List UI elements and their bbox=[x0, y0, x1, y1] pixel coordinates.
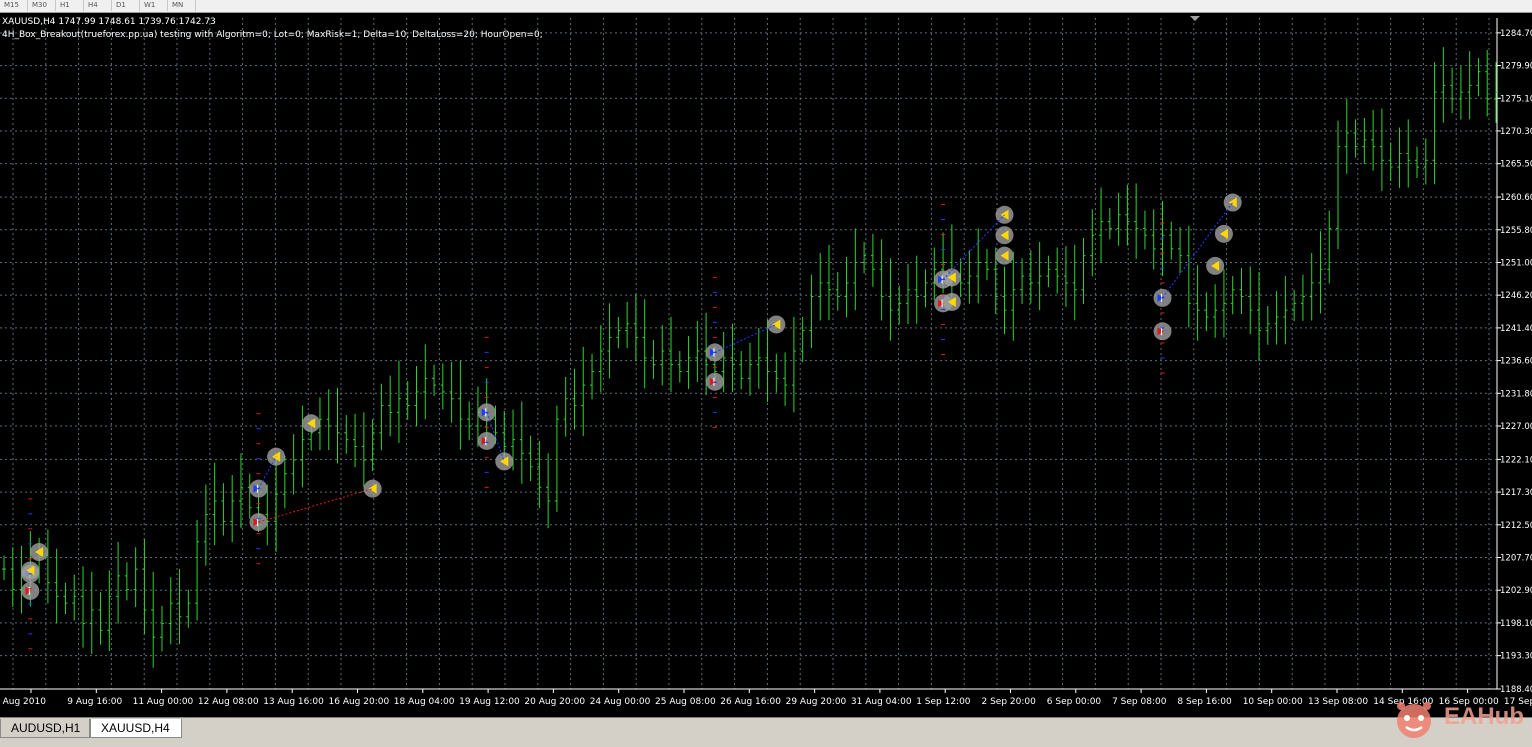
y-tick-label: 1227.00 bbox=[1500, 422, 1532, 432]
timeframe-toolbar: M15 M30 H1 H4 D1 W1 MN bbox=[0, 0, 1532, 13]
tab-audusd-h1[interactable]: AUDUSD,H1 bbox=[0, 719, 90, 738]
x-tick-label: 11 Aug 00:00 bbox=[133, 697, 194, 707]
y-tick-label: 1246.20 bbox=[1500, 291, 1532, 301]
x-tick-label: 25 Aug 08:00 bbox=[655, 697, 716, 707]
x-tick-label: 2 Sep 20:00 bbox=[982, 697, 1037, 707]
y-tick-label: 1251.00 bbox=[1500, 258, 1532, 268]
symbol-quote-label: XAUUSD,H4 1747.99 1748.61 1739.76 1742.7… bbox=[2, 17, 216, 27]
x-tick-label: 1 Sep 12:00 bbox=[916, 697, 971, 707]
y-tick-label: 1207.70 bbox=[1500, 553, 1532, 563]
x-tick-label: 13 Aug 16:00 bbox=[263, 697, 324, 707]
chart-tab-bar: AUDUSD,H1 XAUUSD,H4 bbox=[0, 717, 1532, 747]
timeframe-button-w1[interactable]: W1 bbox=[140, 0, 168, 11]
tab-xauusd-h4[interactable]: XAUUSD,H4 bbox=[90, 719, 182, 738]
y-tick-label: 1241.40 bbox=[1500, 324, 1532, 334]
x-tick-label: 6 Aug 2010 bbox=[0, 697, 46, 707]
watermark-text: EAHub bbox=[1444, 703, 1524, 730]
x-tick-label: 6 Sep 00:00 bbox=[1047, 697, 1102, 707]
y-tick-label: 1260.60 bbox=[1500, 193, 1532, 203]
y-tick-label: 1202.90 bbox=[1500, 586, 1532, 596]
y-tick-label: 1236.60 bbox=[1500, 357, 1532, 367]
y-tick-label: 1193.30 bbox=[1500, 652, 1532, 662]
chart-canvas[interactable]: 1284.70 1279.90 1275.10 1270.30 1265.50 1260.… bbox=[0, 13, 1532, 717]
eahub-logo-icon bbox=[1397, 702, 1431, 738]
y-tick-label: 1284.70 bbox=[1500, 29, 1532, 39]
x-tick-label: 31 Aug 04:00 bbox=[851, 697, 912, 707]
timeframe-button-m30[interactable]: M30 bbox=[28, 0, 56, 11]
expert-advisor-label: 4H_Box_Breakout(trueforex.pp.ua) testing… bbox=[2, 30, 543, 40]
x-tick-label: 16 Aug 20:00 bbox=[329, 697, 390, 707]
y-tick-label: 1198.10 bbox=[1500, 619, 1532, 629]
timeframe-button-h4[interactable]: H4 bbox=[84, 0, 112, 11]
x-tick-label: 18 Aug 04:00 bbox=[394, 697, 455, 707]
y-tick-label: 1270.30 bbox=[1500, 127, 1532, 137]
x-tick-label: 19 Aug 12:00 bbox=[459, 697, 520, 707]
x-tick-label: 13 Sep 08:00 bbox=[1308, 697, 1368, 707]
x-tick-label: 24 Aug 00:00 bbox=[590, 697, 651, 707]
y-tick-label: 1217.30 bbox=[1500, 488, 1532, 498]
x-tick-label: 12 Aug 08:00 bbox=[198, 697, 259, 707]
price-chart[interactable]: 1284.70 1279.90 1275.10 1270.30 1265.50 1260.… bbox=[0, 13, 1532, 717]
y-tick-label: 1265.50 bbox=[1500, 160, 1532, 170]
x-tick-label: 10 Sep 00:00 bbox=[1243, 697, 1303, 707]
x-tick-label: 20 Aug 20:00 bbox=[524, 697, 585, 707]
x-tick-label: 26 Aug 16:00 bbox=[720, 697, 781, 707]
y-tick-label: 1222.10 bbox=[1500, 455, 1532, 465]
x-tick-label: 7 Sep 08:00 bbox=[1112, 697, 1167, 707]
y-tick-label: 1188.40 bbox=[1500, 685, 1532, 695]
y-tick-label: 1279.90 bbox=[1500, 62, 1532, 72]
y-tick-label: 1255.80 bbox=[1500, 226, 1532, 236]
timeframe-button-d1[interactable]: D1 bbox=[112, 0, 140, 11]
chart-shift-icon[interactable] bbox=[1190, 16, 1200, 21]
x-tick-label: 8 Sep 16:00 bbox=[1177, 697, 1232, 707]
y-tick-label: 1212.50 bbox=[1500, 521, 1532, 531]
timeframe-button-mn[interactable]: MN bbox=[168, 0, 196, 11]
x-tick-label: 29 Aug 20:00 bbox=[786, 697, 847, 707]
y-tick-label: 1231.80 bbox=[1500, 389, 1532, 399]
timeframe-button-m15[interactable]: M15 bbox=[0, 0, 28, 11]
x-tick-label: 9 Aug 16:00 bbox=[67, 697, 122, 707]
y-tick-label: 1275.10 bbox=[1500, 94, 1532, 104]
watermark: EAHub bbox=[1392, 698, 1532, 740]
timeframe-button-h1[interactable]: H1 bbox=[56, 0, 84, 11]
